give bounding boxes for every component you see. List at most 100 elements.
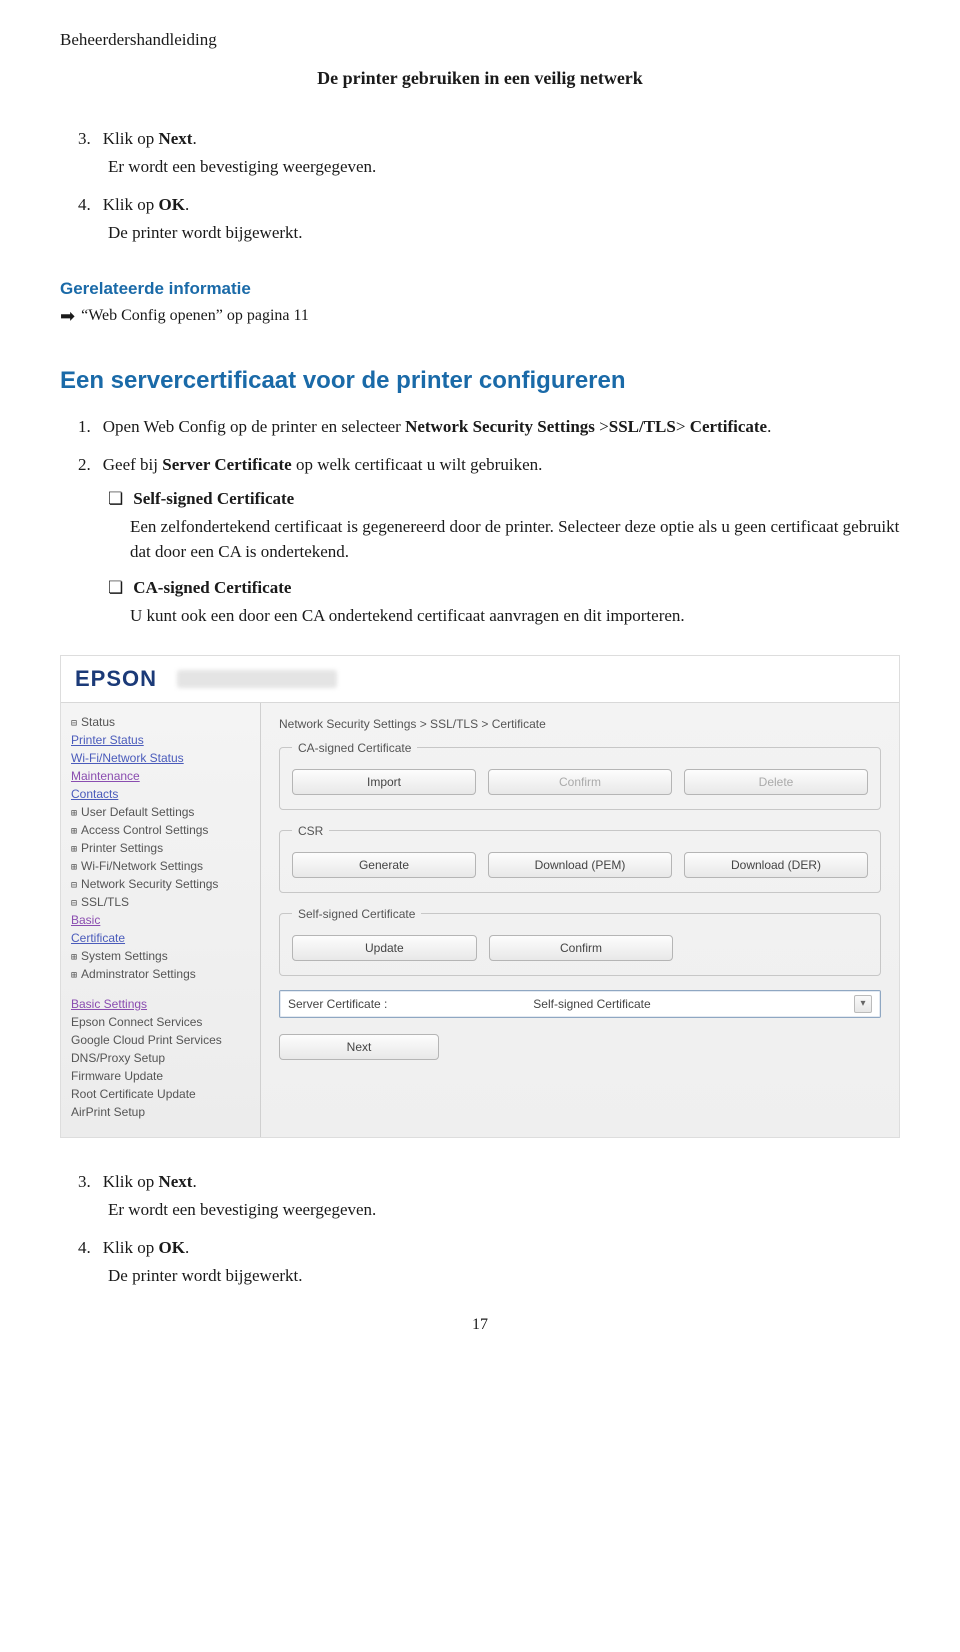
confirm-button[interactable]: Confirm [488, 769, 672, 795]
nav-firmware-update[interactable]: Firmware Update [71, 1067, 250, 1085]
nav-access-control[interactable]: ⊞ Access Control Settings [71, 821, 250, 839]
step-3-bottom-note: Er wordt een bevestiging weergegeven. [108, 1200, 900, 1220]
nav-status[interactable]: ⊟ Status [71, 713, 250, 731]
plus-icon[interactable]: ⊞ [71, 826, 77, 837]
label: System Settings [81, 949, 168, 963]
select-label: Server Certificate : [288, 997, 533, 1011]
link[interactable]: Certificate [71, 931, 125, 945]
step-text: Klik op OK. [103, 195, 900, 215]
nav-certificate[interactable]: Certificate [71, 929, 250, 947]
doc-header: Beheerdershandleiding [60, 30, 900, 50]
nav-contacts[interactable]: Contacts [71, 785, 250, 803]
nav-basic[interactable]: Basic [71, 911, 250, 929]
doc-subtitle: De printer gebruiken in een veilig netwe… [60, 68, 900, 89]
next-button[interactable]: Next [279, 1034, 439, 1060]
link[interactable]: Wi-Fi/Network Status [71, 751, 184, 765]
download-pem-button[interactable]: Download (PEM) [488, 852, 672, 878]
minus-icon[interactable]: ⊟ [71, 880, 77, 891]
nav-network-security[interactable]: ⊟Network Security Settings [71, 875, 250, 893]
bullet-ca-signed-desc: U kunt ook een door een CA ondertekend c… [130, 604, 900, 629]
select-value: Self-signed Certificate [533, 997, 854, 1011]
step-3-top: 3. Klik op Next. [78, 129, 900, 149]
link[interactable]: Contacts [71, 787, 118, 801]
server-certificate-select[interactable]: Server Certificate : Self-signed Certifi… [279, 990, 881, 1018]
import-button[interactable]: Import [292, 769, 476, 795]
generate-button[interactable]: Generate [292, 852, 476, 878]
link[interactable]: Maintenance [71, 769, 140, 783]
nav-wifi-settings[interactable]: ⊞Wi-Fi/Network Settings [71, 857, 250, 875]
related-info-heading: Gerelateerde informatie [60, 279, 900, 299]
step-text: Klik op Next. [103, 1172, 900, 1192]
nav-maintenance[interactable]: Maintenance [71, 767, 250, 785]
nav-gcp[interactable]: Google Cloud Print Services [71, 1031, 250, 1049]
link[interactable]: Printer Status [71, 733, 144, 747]
nav-printer-status[interactable]: Printer Status [71, 731, 250, 749]
plus-icon[interactable]: ⊞ [71, 952, 77, 963]
nav-admin-settings[interactable]: ⊞ Adminstrator Settings [71, 965, 250, 983]
plus-icon[interactable]: ⊞ [71, 808, 77, 819]
plus-icon[interactable]: ⊞ [71, 844, 77, 855]
label: Adminstrator Settings [81, 967, 196, 981]
plus-icon[interactable]: ⊞ [71, 970, 77, 981]
step-text: Klik op OK. [103, 1238, 900, 1258]
related-link-text: “Web Config openen” op pagina 11 [81, 307, 309, 325]
label: Status [81, 715, 115, 729]
label: Epson Connect Services [71, 1015, 202, 1029]
text: Klik op [103, 1172, 159, 1191]
label: SSL/TLS [81, 895, 129, 909]
nav-dns-proxy[interactable]: DNS/Proxy Setup [71, 1049, 250, 1067]
link[interactable]: Basic [71, 913, 100, 927]
nav-user-default[interactable]: ⊞User Default Settings [71, 803, 250, 821]
text: Geef bij [103, 455, 162, 474]
download-der-button[interactable]: Download (DER) [684, 852, 868, 878]
label: Root Certificate Update [71, 1087, 196, 1101]
minus-icon[interactable]: ⊟ [71, 898, 77, 909]
text: Open Web Config op de printer en selecte… [103, 417, 405, 436]
link[interactable]: Basic Settings [71, 997, 147, 1011]
group-legend: CA-signed Certificate [292, 741, 417, 755]
step-text: Open Web Config op de printer en selecte… [103, 417, 900, 437]
related-link[interactable]: ➡ “Web Config openen” op pagina 11 [60, 307, 900, 325]
label: Access Control Settings [81, 823, 208, 837]
nav-epson-connect[interactable]: Epson Connect Services [71, 1013, 250, 1031]
epson-header: EPSON [61, 656, 899, 703]
bold: SSL/TLS [609, 417, 676, 436]
nav-basic-settings-heading[interactable]: Basic Settings [71, 995, 250, 1013]
bold: Next [158, 129, 192, 148]
text: . [192, 129, 196, 148]
epson-main-panel: Network Security Settings > SSL/TLS > Ce… [261, 703, 899, 1137]
step-4-bottom: 4. Klik op OK. [78, 1238, 900, 1258]
chevron-down-icon[interactable]: ▾ [854, 995, 872, 1013]
step-number: 1. [78, 417, 91, 437]
step-number: 4. [78, 1238, 91, 1258]
bold: Server Certificate [162, 455, 291, 474]
nav-airprint[interactable]: AirPrint Setup [71, 1103, 250, 1121]
bold: OK [158, 1238, 184, 1257]
label: Google Cloud Print Services [71, 1033, 222, 1047]
step-1: 1. Open Web Config op de printer en sele… [78, 417, 900, 437]
label: Firmware Update [71, 1069, 163, 1083]
group-self-signed: Self-signed Certificate Update Confirm [279, 907, 881, 976]
nav-printer-settings[interactable]: ⊞Printer Settings [71, 839, 250, 857]
text: Klik op [103, 1238, 159, 1257]
epson-breadcrumb: Network Security Settings > SSL/TLS > Ce… [279, 717, 881, 731]
delete-button[interactable]: Delete [684, 769, 868, 795]
epson-logo: EPSON [75, 666, 157, 692]
plus-icon[interactable]: ⊞ [71, 862, 77, 873]
nav-wifi-status[interactable]: Wi-Fi/Network Status [71, 749, 250, 767]
bullet-label: CA-signed Certificate [133, 578, 291, 598]
confirm-self-button[interactable]: Confirm [489, 935, 674, 961]
text: Klik op [103, 129, 159, 148]
step-number: 2. [78, 455, 91, 475]
update-button[interactable]: Update [292, 935, 477, 961]
text: Klik op [103, 195, 159, 214]
step-4-bottom-note: De printer wordt bijgewerkt. [108, 1266, 900, 1286]
minus-icon[interactable]: ⊟ [71, 718, 77, 729]
text: . [185, 195, 189, 214]
epson-webconfig-screenshot: EPSON ⊟ Status Printer Status Wi-Fi/Netwo… [60, 655, 900, 1138]
group-ca-signed: CA-signed Certificate Import Confirm Del… [279, 741, 881, 810]
step-3-bottom: 3. Klik op Next. [78, 1172, 900, 1192]
nav-root-cert-update[interactable]: Root Certificate Update [71, 1085, 250, 1103]
nav-system-settings[interactable]: ⊞ System Settings [71, 947, 250, 965]
nav-ssltls[interactable]: ⊟ SSL/TLS [71, 893, 250, 911]
